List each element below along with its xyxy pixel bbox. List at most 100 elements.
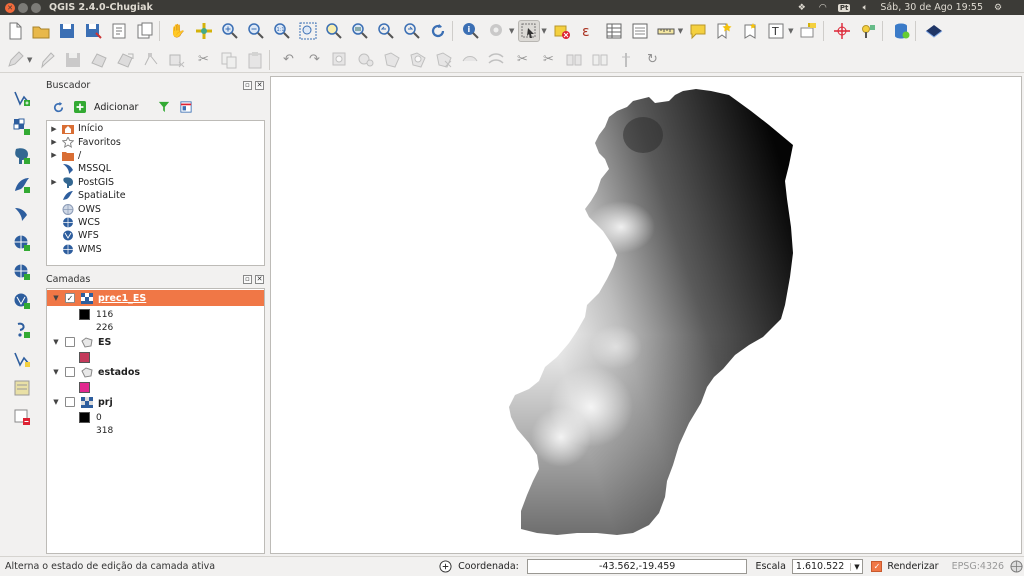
add-ring-icon[interactable] — [329, 49, 351, 71]
statistical-summary-icon[interactable] — [629, 20, 651, 42]
merge-attributes-icon[interactable] — [589, 49, 611, 71]
add-mssql-layer-icon[interactable] — [9, 202, 35, 226]
add-spatialite-layer-icon[interactable] — [9, 173, 35, 197]
pan-to-selection-icon[interactable] — [193, 20, 215, 42]
add-vector-layer-icon[interactable] — [9, 86, 35, 110]
datetime-label[interactable]: Sáb, 30 de Ago 19:55 — [880, 2, 983, 13]
layer-row-es[interactable]: ▼ ES — [47, 334, 264, 350]
pan-hand-icon[interactable]: ✋ — [167, 20, 189, 42]
zoom-full-icon[interactable] — [297, 20, 319, 42]
add-selected-layers-icon[interactable] — [72, 99, 88, 115]
power-gear-icon[interactable]: ⚙ — [992, 3, 1004, 13]
layer-visibility-checkbox[interactable] — [65, 397, 75, 407]
expand-arrow-icon[interactable]: ▶ — [47, 125, 61, 133]
volume-icon[interactable]: 🔈︎ — [859, 3, 871, 13]
deselect-all-icon[interactable] — [551, 20, 573, 42]
add-button-label[interactable]: Adicionar — [94, 102, 138, 113]
layers-close-button[interactable]: ✕ — [255, 275, 264, 284]
coordinate-field[interactable] — [526, 559, 748, 574]
wifi-icon[interactable]: ◠ — [817, 3, 829, 13]
keyboard-layout-badge[interactable]: Pt — [837, 3, 851, 12]
split-parts-icon[interactable]: ✂ — [537, 49, 559, 71]
expand-arrow-icon[interactable]: ▶ — [47, 138, 61, 146]
new-project-icon[interactable] — [4, 20, 26, 42]
add-wcs-layer-icon[interactable] — [9, 260, 35, 284]
layers-float-button[interactable]: ▫ — [243, 275, 252, 284]
new-bookmark-icon[interactable] — [713, 20, 735, 42]
save-project-icon[interactable] — [56, 20, 78, 42]
expand-arrow-icon[interactable]: ▶ — [47, 151, 61, 159]
collapse-arrow-icon[interactable]: ▼ — [47, 368, 65, 376]
copy-features-icon[interactable] — [218, 49, 240, 71]
add-part-icon[interactable] — [355, 49, 377, 71]
zoom-to-layer-icon[interactable] — [349, 20, 371, 42]
offset-curve-icon[interactable] — [485, 49, 507, 71]
create-layer-icon[interactable] — [9, 376, 35, 400]
measure-dropdown-arrow[interactable]: ▼ — [678, 27, 683, 35]
layer-visibility-checkbox[interactable]: ✓ — [65, 293, 75, 303]
select-features-icon[interactable] — [518, 20, 541, 42]
composer-manager-icon[interactable] — [134, 20, 156, 42]
tree-item-ows[interactable]: OWS — [47, 202, 264, 215]
scale-combobox[interactable]: 1.610.522 ▼ — [791, 559, 864, 574]
tree-item-root[interactable]: ▶ / — [47, 149, 264, 162]
mouse-coordinates-toggle-icon[interactable] — [438, 560, 452, 574]
toggle-editing-icon[interactable] — [36, 49, 58, 71]
save-as-icon[interactable] — [82, 20, 104, 42]
georeferencer-icon[interactable] — [831, 20, 853, 42]
crs-globe-icon[interactable] — [1010, 559, 1024, 574]
attribute-table-icon[interactable] — [603, 20, 625, 42]
properties-icon[interactable] — [178, 99, 194, 115]
layer-row-prj[interactable]: ▼ prj — [47, 394, 264, 410]
undo-icon[interactable]: ↶ — [277, 49, 299, 71]
text-annotation-icon[interactable]: T — [765, 20, 787, 42]
layer-style-icon[interactable] — [923, 20, 945, 42]
filter-icon[interactable] — [156, 99, 172, 115]
current-edits-icon[interactable] — [4, 49, 26, 71]
browser-close-button[interactable]: ✕ — [255, 81, 264, 90]
layer-visibility-checkbox[interactable] — [65, 367, 75, 377]
tree-item-wms[interactable]: WMS — [47, 243, 264, 256]
show-bookmarks-icon[interactable] — [739, 20, 761, 42]
select-dropdown-arrow[interactable]: ▼ — [541, 27, 546, 35]
save-edits-icon[interactable] — [62, 49, 84, 71]
layer-row-estados[interactable]: ▼ estados — [47, 364, 264, 380]
add-wms-layer-icon[interactable] — [9, 231, 35, 255]
collapse-arrow-icon[interactable]: ▼ — [47, 294, 65, 302]
db-manager-icon[interactable] — [890, 20, 912, 42]
action-dropdown-arrow[interactable]: ▼ — [509, 27, 514, 35]
identify-features-icon[interactable]: i — [460, 20, 482, 42]
tree-item-favoritos[interactable]: ▶ Favoritos — [47, 135, 264, 148]
remove-layer-icon[interactable] — [9, 405, 35, 429]
tree-item-wfs[interactable]: WFS — [47, 229, 264, 242]
tree-item-mssql[interactable]: MSSQL — [47, 162, 264, 175]
collapse-arrow-icon[interactable]: ▼ — [47, 398, 65, 406]
window-close-button[interactable]: ✕ — [5, 2, 15, 13]
plugin-pin-icon[interactable] — [857, 20, 879, 42]
map-tips-icon[interactable] — [687, 20, 709, 42]
zoom-to-selection-icon[interactable] — [323, 20, 345, 42]
run-feature-action-icon[interactable] — [486, 20, 508, 42]
delete-part-icon[interactable] — [433, 49, 455, 71]
tree-item-spatialite[interactable]: SpatiaLite — [47, 189, 264, 202]
fill-ring-icon[interactable] — [381, 49, 403, 71]
reshape-icon[interactable] — [459, 49, 481, 71]
print-composer-icon[interactable] — [108, 20, 130, 42]
delete-ring-icon[interactable] — [407, 49, 429, 71]
redo-icon[interactable]: ↷ — [303, 49, 325, 71]
move-feature-icon[interactable] — [114, 49, 136, 71]
browser-float-button[interactable]: ▫ — [243, 81, 252, 90]
refresh-icon[interactable] — [50, 99, 66, 115]
add-delimited-text-icon[interactable] — [9, 318, 35, 342]
field-calculator-icon[interactable]: ε — [577, 20, 599, 42]
measure-line-icon[interactable] — [655, 20, 677, 42]
add-postgis-layer-icon[interactable] — [9, 144, 35, 168]
annotation-dropdown-arrow[interactable]: ▼ — [788, 27, 793, 35]
collapse-arrow-icon[interactable]: ▼ — [47, 338, 65, 346]
merge-features-icon[interactable] — [563, 49, 585, 71]
node-tool-icon[interactable] — [140, 49, 162, 71]
label-tool-icon[interactable] — [798, 20, 820, 42]
add-wfs-layer-icon[interactable] — [9, 289, 35, 313]
zoom-next-icon[interactable] — [401, 20, 423, 42]
crs-status-button[interactable]: EPSG:4326 — [952, 561, 1005, 572]
